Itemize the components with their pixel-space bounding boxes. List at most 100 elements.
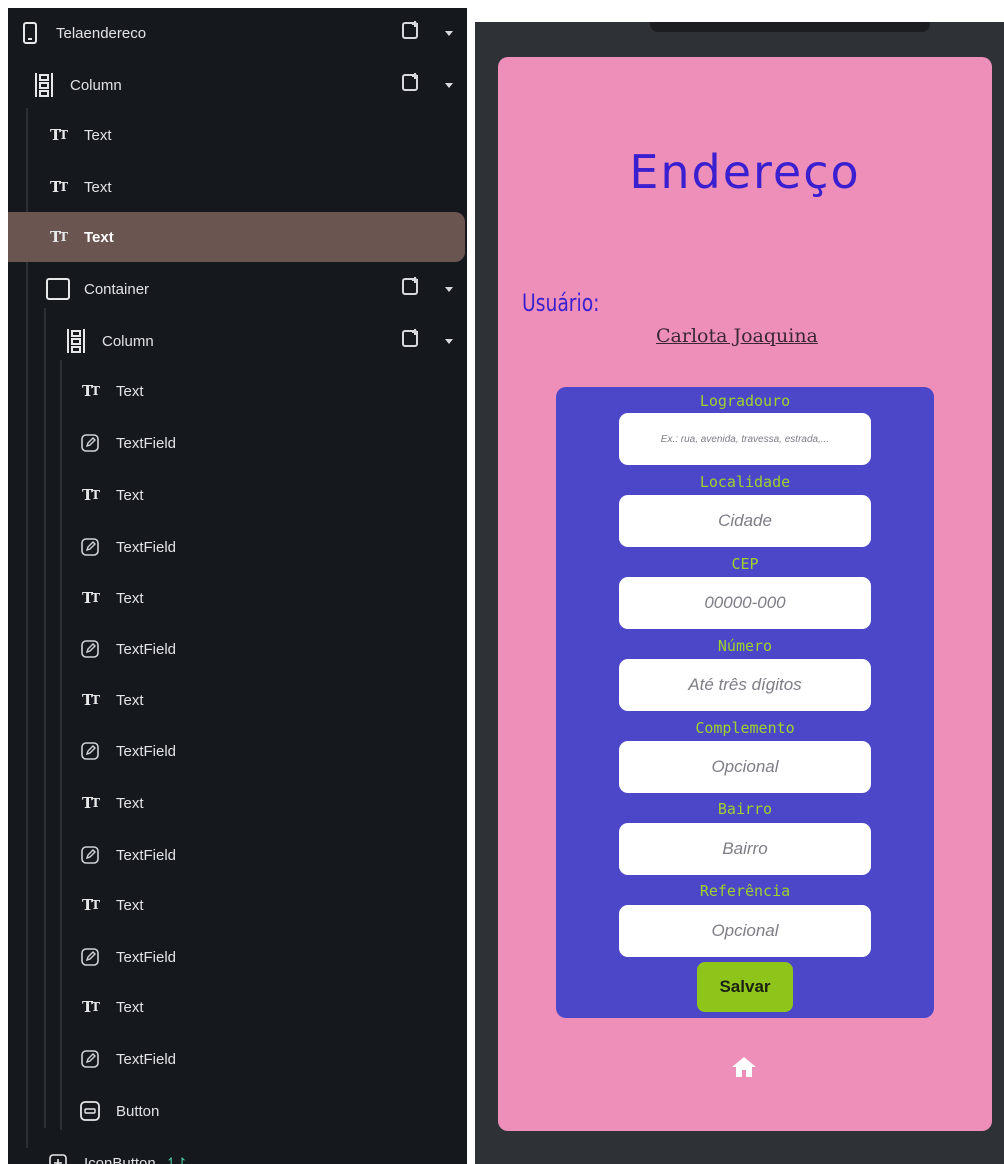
text-icon: TT — [81, 794, 100, 812]
chevron-down-icon[interactable] — [445, 24, 453, 41]
text-icon: TT — [81, 382, 100, 400]
bairro-field[interactable]: Bairro — [619, 823, 871, 875]
icon-button-icon — [46, 1154, 70, 1164]
numero-field[interactable]: Até três dígitos — [619, 659, 871, 711]
add-child-icon[interactable] — [401, 276, 421, 300]
tree-item-iconbutton[interactable]: IconButton ↿↾ — [8, 1138, 467, 1164]
complemento-label: Complemento — [695, 719, 795, 737]
chevron-down-icon[interactable] — [445, 332, 453, 349]
tree-item-label: TextField — [116, 640, 177, 658]
tree-item-column[interactable]: Column — [8, 60, 467, 110]
action-flag-icon: ↿↾ — [165, 1155, 188, 1164]
tree-item-tools — [401, 20, 453, 44]
tree-item-label: Text — [84, 126, 112, 144]
edit-icon — [78, 640, 102, 658]
column-icon — [64, 329, 88, 353]
user-label: Usuário: — [522, 289, 600, 317]
edit-icon — [78, 1050, 102, 1068]
add-child-icon[interactable] — [401, 328, 421, 352]
tree-item-label: Text — [116, 382, 144, 400]
button-icon — [78, 1101, 102, 1121]
text-icon: TT — [49, 126, 68, 144]
column-icon — [32, 73, 56, 97]
tree-item-label: TextField — [116, 846, 177, 864]
tree-item-column[interactable]: Column — [8, 316, 467, 366]
tree-item-label: TextField — [116, 742, 177, 760]
add-child-icon[interactable] — [401, 72, 421, 96]
app-screen: Endereço Usuário: Carlota Joaquina Logra… — [498, 57, 992, 1131]
tree-item-label: Text — [116, 691, 144, 709]
text-icon: TT — [81, 896, 100, 914]
tree-item-tools — [401, 72, 453, 96]
tree-item-text-selected[interactable]: TT Text — [8, 212, 465, 262]
tree-item-textfield[interactable]: TextField — [8, 1034, 467, 1084]
save-button[interactable]: Salvar — [697, 962, 793, 1012]
tree-item-label: Telaendereco — [56, 24, 147, 42]
tree-item-text[interactable]: TT Text — [8, 470, 467, 520]
widget-tree-panel: Telaendereco Column TT Text TT Text TT T… — [8, 8, 467, 1164]
tree-item-text[interactable]: TT Text — [8, 573, 467, 623]
tree-item-label: Button — [116, 1102, 160, 1120]
tree-item-textfield[interactable]: TextField — [8, 418, 467, 468]
tree-item-text[interactable]: TT Text — [8, 778, 467, 828]
tree-item-tools — [401, 328, 453, 352]
tree-item-label: TextField — [116, 948, 177, 966]
tree-item-text[interactable]: TT Text — [8, 982, 467, 1032]
tree-item-text[interactable]: TT Text — [8, 880, 467, 930]
text-icon: TT — [49, 178, 68, 196]
phone-icon — [18, 22, 42, 44]
complemento-field[interactable]: Opcional — [619, 741, 871, 793]
cep-label: CEP — [731, 555, 759, 573]
referencia-label: Referência — [699, 882, 791, 900]
text-icon: TT — [81, 691, 100, 709]
chevron-down-icon[interactable] — [445, 76, 453, 93]
tree-item-label: TextField — [116, 1050, 177, 1068]
text-icon: TT — [81, 486, 100, 504]
tree-item-text[interactable]: TT Text — [8, 366, 467, 416]
tree-item-label: Text — [116, 794, 144, 812]
tree-item-label: Container — [84, 280, 150, 298]
localidade-field[interactable]: Cidade — [619, 495, 871, 547]
tree-item-label: Text — [116, 589, 144, 607]
tree-item-button[interactable]: Button — [8, 1086, 467, 1136]
referencia-field[interactable]: Opcional — [619, 905, 871, 957]
tree-item-text[interactable]: TT Text — [8, 675, 467, 725]
tree-item-label: Text — [84, 228, 114, 246]
logradouro-label: Logradouro — [699, 392, 791, 410]
chevron-down-icon[interactable] — [445, 280, 453, 297]
tree-item-textfield[interactable]: TextField — [8, 522, 467, 572]
tree-item-label: IconButton — [84, 1154, 156, 1164]
container-icon — [46, 278, 70, 300]
home-icon[interactable] — [731, 1055, 757, 1084]
tree-item-textfield[interactable]: TextField — [8, 726, 467, 776]
bairro-label: Bairro — [717, 800, 773, 818]
cep-field[interactable]: 00000-000 — [619, 577, 871, 629]
tree-item-container[interactable]: Container — [8, 264, 467, 314]
text-icon: TT — [81, 589, 100, 607]
numero-label: Número — [717, 637, 773, 655]
address-form-card: Logradouro Ex.: rua, avenida, travessa, … — [556, 387, 934, 1018]
logradouro-field[interactable]: Ex.: rua, avenida, travessa, estrada,... — [619, 413, 871, 465]
tree-item-textfield[interactable]: TextField — [8, 830, 467, 880]
user-name: Carlota Joaquina — [656, 325, 818, 347]
add-child-icon[interactable] — [401, 20, 421, 44]
edit-icon — [78, 846, 102, 864]
tree-item-label: Text — [116, 486, 144, 504]
tree-item-label: TextField — [116, 538, 177, 556]
tree-item-label: Column — [70, 76, 122, 94]
tree-item-text[interactable]: TT Text — [8, 110, 467, 160]
edit-icon — [78, 948, 102, 966]
tree-item-text[interactable]: TT Text — [8, 162, 467, 212]
tree-item-textfield[interactable]: TextField — [8, 932, 467, 982]
tree-item-page[interactable]: Telaendereco — [8, 8, 467, 58]
tree-item-label: TextField — [116, 434, 177, 452]
tree-item-tools — [401, 276, 453, 300]
tree-item-label: Text — [84, 178, 112, 196]
device-notch — [650, 22, 930, 32]
tree-item-textfield[interactable]: TextField — [8, 624, 467, 674]
edit-icon — [78, 742, 102, 760]
tree-item-label: Column — [102, 332, 154, 350]
edit-icon — [78, 434, 102, 452]
text-icon: TT — [81, 998, 100, 1016]
text-icon: TT — [49, 228, 68, 246]
